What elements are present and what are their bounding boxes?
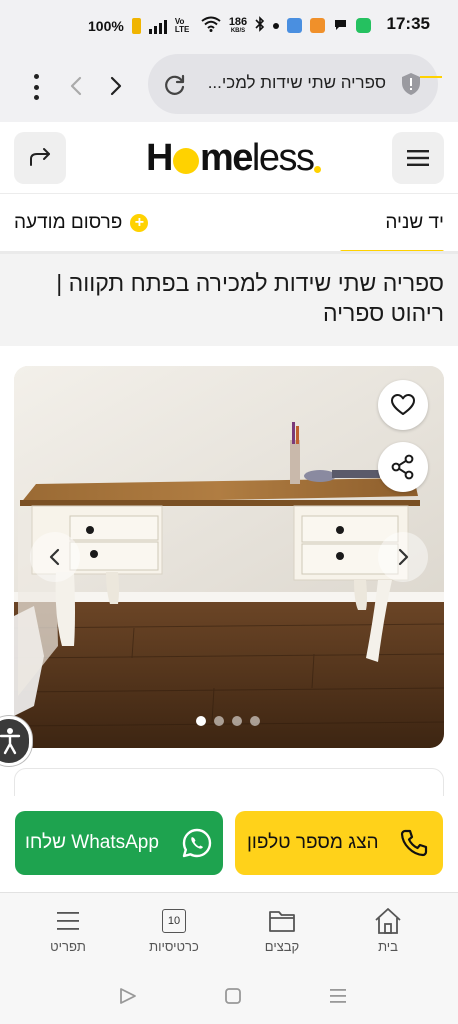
screen: 100% Vo LTE 186 KB/S 17:35 ספריה שתי שיד…: [0, 0, 458, 1024]
calendar-notification-icon: [310, 18, 326, 33]
signal-icon: [148, 18, 167, 34]
whatsapp-notification-icon: [356, 18, 372, 33]
volte-label: Vo LTE: [174, 16, 190, 34]
browser-toolbar: ספריה שתי שידות למכי...: [0, 52, 458, 122]
nav-home-label: בית: [378, 939, 398, 954]
reload-icon[interactable]: [162, 72, 188, 103]
favorite-button[interactable]: [378, 380, 428, 430]
post-ad-link[interactable]: פרסום מודעה +: [14, 212, 149, 234]
chevron-right-icon: [398, 548, 409, 566]
logo-middle: me: [199, 137, 253, 179]
shield-icon[interactable]: [400, 72, 422, 101]
bluetooth-icon: [255, 16, 265, 35]
login-button[interactable]: [14, 132, 66, 184]
logo-yellow-dot: [172, 148, 199, 174]
address-bar[interactable]: ספריה שתי שידות למכי...: [148, 54, 438, 114]
pagination-dot[interactable]: [214, 716, 224, 726]
net-speed: 186 KB/S: [228, 15, 248, 35]
chat-icon: [333, 17, 348, 35]
url-text[interactable]: ספריה שתי שידות למכי...: [202, 73, 386, 93]
browser-bottom-nav: בית קבצים 10 כרטיסיות תפריט: [0, 892, 458, 968]
show-phone-button[interactable]: הצג מספר טלפון: [235, 811, 443, 875]
hamburger-menu-button[interactable]: [392, 132, 444, 184]
accessibility-icon: [0, 728, 21, 755]
folder-icon: [269, 911, 295, 932]
contact-action-bar: שלחו WhatsApp הצג מספר טלפון: [0, 796, 458, 892]
image-carousel[interactable]: [14, 366, 444, 748]
menu-icon: [57, 912, 79, 930]
share-button[interactable]: [378, 442, 428, 492]
nav-folders[interactable]: קבצים: [242, 907, 322, 954]
system-home-icon[interactable]: [224, 987, 242, 1010]
carousel-pagination: [196, 716, 260, 726]
battery-percent: 100%: [88, 17, 124, 34]
status-icons: 100% Vo LTE 186 KB/S: [88, 15, 372, 35]
listing-title-area: ספריה שתי שידות למכירה בפתח תקווה | ריהו…: [0, 254, 458, 346]
net-speed-unit: KB/S: [230, 27, 246, 34]
heart-icon: [391, 394, 415, 415]
logo-suffix: less: [251, 137, 315, 179]
system-back-icon[interactable]: [118, 987, 138, 1010]
homeless-logo[interactable]: H me less: [146, 137, 322, 179]
hamburger-icon: [407, 150, 429, 166]
clock: 17:35: [386, 14, 430, 33]
logo-prefix: H: [146, 137, 173, 179]
pagination-dot[interactable]: [232, 716, 242, 726]
battery-icon: [131, 17, 141, 34]
post-ad-label: פרסום מודעה: [14, 212, 123, 233]
previous-image-button[interactable]: [30, 532, 80, 582]
pagination-dot[interactable]: [250, 716, 260, 726]
home-icon: [375, 908, 401, 934]
notification-dot-icon: [273, 22, 280, 29]
category-tab-second-hand[interactable]: יד שניה: [385, 212, 444, 234]
category-bar: פרסום מודעה + יד שניה: [0, 194, 458, 254]
nav-menu[interactable]: תפריט: [28, 907, 108, 954]
status-bar: 100% Vo LTE 186 KB/S 17:35: [0, 0, 458, 52]
chevron-left-icon: [49, 548, 60, 566]
login-arrow-icon: [30, 148, 50, 166]
net-speed-value: 186: [228, 15, 248, 28]
whatsapp-label: שלחו WhatsApp: [25, 832, 159, 853]
listing-title: ספריה שתי שידות למכירה בפתח תקווה | ריהו…: [56, 270, 444, 326]
nav-menu-label: תפריט: [50, 939, 86, 954]
share-icon: [391, 454, 414, 480]
whatsapp-button[interactable]: שלחו WhatsApp: [15, 811, 223, 875]
title-underline: [420, 76, 442, 78]
next-image-button[interactable]: [378, 532, 428, 582]
back-arrow-icon[interactable]: [66, 74, 86, 103]
more-vert-icon[interactable]: [26, 72, 46, 102]
tabs-count-icon: 10: [162, 907, 186, 935]
system-recents-icon[interactable]: [328, 987, 348, 1010]
forward-arrow-icon[interactable]: [106, 74, 126, 103]
tabs-count: 10: [162, 909, 186, 933]
nav-tabs-label: כרטיסיות: [149, 939, 199, 954]
plus-icon: +: [130, 214, 149, 232]
site-header: H me less: [0, 122, 458, 194]
nav-folders-label: קבצים: [264, 939, 300, 954]
show-phone-label: הצג מספר טלפון: [247, 832, 379, 853]
app-notification-icon: [287, 18, 303, 33]
whatsapp-icon: [182, 828, 212, 858]
pagination-dot[interactable]: [196, 716, 206, 726]
logo-period: [314, 165, 322, 173]
nav-home[interactable]: בית: [348, 907, 428, 954]
phone-icon: [400, 829, 428, 857]
wifi-icon: [201, 16, 221, 35]
system-nav-bar: [0, 968, 458, 1024]
nav-tabs[interactable]: 10 כרטיסיות: [134, 907, 214, 954]
